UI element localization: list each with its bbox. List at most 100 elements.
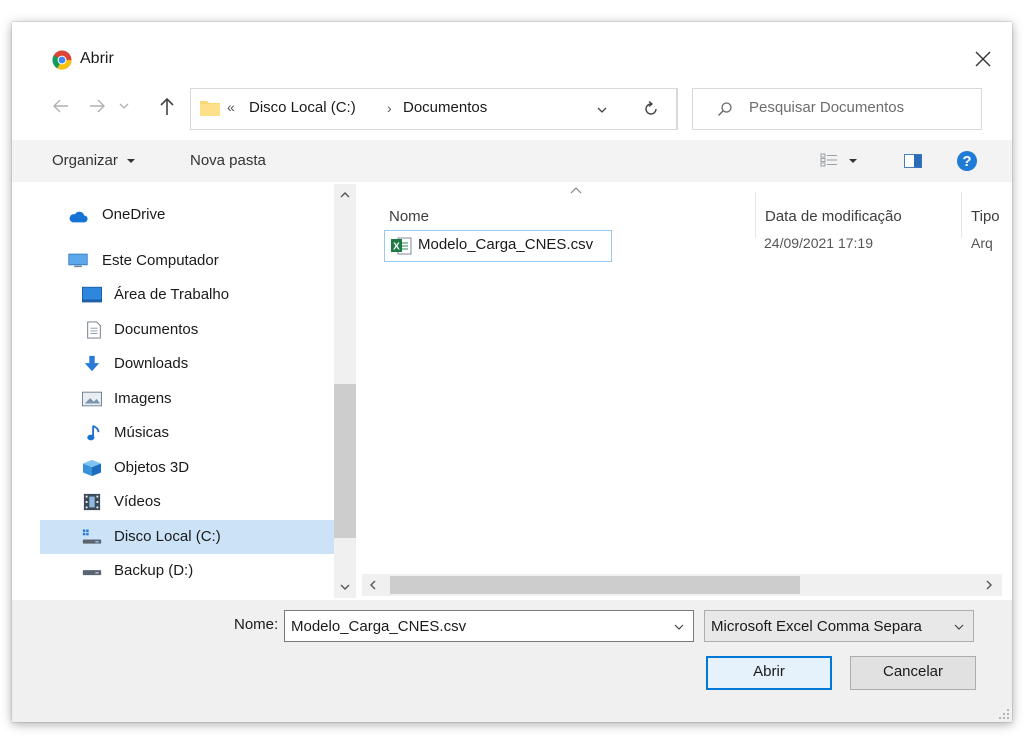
scroll-up-arrow-icon[interactable] xyxy=(339,190,351,200)
chevron-down-icon xyxy=(954,624,964,630)
column-divider[interactable] xyxy=(755,192,756,238)
window-title: Abrir xyxy=(80,50,114,67)
breadcrumb-overflow[interactable]: « xyxy=(227,99,235,115)
sidebar-item-label: Imagens xyxy=(114,390,172,407)
document-icon xyxy=(87,321,101,339)
filename-value: Modelo_Carga_CNES.csv xyxy=(291,618,467,635)
drive-icon xyxy=(82,570,102,576)
filename-input[interactable]: Modelo_Carga_CNES.csv xyxy=(284,610,694,642)
cloud-icon xyxy=(69,211,88,223)
svg-text:X: X xyxy=(393,242,400,253)
breadcrumb-item-documentos[interactable]: Documentos xyxy=(403,99,487,116)
forward-button[interactable] xyxy=(88,94,106,124)
search-icon xyxy=(718,102,732,116)
file-type-value: Microsoft Excel Comma Separa xyxy=(711,618,922,635)
sidebar-item-label: Documentos xyxy=(114,321,199,338)
help-button[interactable]: ? xyxy=(956,150,978,176)
file-type-select[interactable]: Microsoft Excel Comma Separa xyxy=(704,610,974,642)
excel-csv-icon: X xyxy=(391,237,412,255)
download-icon xyxy=(84,355,100,372)
objects-3d-icon xyxy=(83,459,101,477)
file-type: Arq xyxy=(971,235,993,251)
column-header-nome[interactable]: Nome xyxy=(389,208,429,225)
details-view-icon xyxy=(820,153,837,167)
caret-down-icon xyxy=(849,159,858,163)
preview-pane-button[interactable] xyxy=(904,153,922,173)
refresh-button[interactable] xyxy=(626,88,677,130)
navigation-pane[interactable]: OneDrive Este Computador Área de Trabalh… xyxy=(12,182,357,598)
chevron-down-icon[interactable] xyxy=(595,103,609,117)
svg-text:?: ? xyxy=(962,153,971,170)
command-toolbar: Organizar Nova pasta ? xyxy=(12,140,1012,183)
table-row[interactable]: X Modelo_Carga_CNES.csv xyxy=(384,230,612,262)
desktop-icon xyxy=(82,286,102,303)
breadcrumb-separator: › xyxy=(387,100,392,116)
scroll-left-arrow-icon[interactable] xyxy=(368,579,378,591)
pictures-icon xyxy=(82,391,102,407)
sidebar-item-onedrive[interactable]: OneDrive xyxy=(68,198,328,232)
sidebar-item-label: Downloads xyxy=(114,355,189,372)
chevron-down-icon xyxy=(119,103,129,109)
sidebar-item-label: Backup (D:) xyxy=(114,562,194,579)
chrome-icon xyxy=(52,50,72,70)
new-folder-button[interactable]: Nova pasta xyxy=(190,152,266,169)
cancel-button[interactable]: Cancelar xyxy=(850,656,976,690)
search-placeholder: Pesquisar Documentos xyxy=(749,99,905,116)
sidebar-item-label: Vídeos xyxy=(114,493,161,510)
scroll-right-arrow-icon[interactable] xyxy=(984,579,994,591)
music-icon xyxy=(87,425,100,441)
drive-windows-icon xyxy=(82,529,102,544)
up-button[interactable] xyxy=(158,94,176,124)
scroll-down-arrow-icon[interactable] xyxy=(339,582,351,592)
computer-icon xyxy=(68,253,88,268)
breadcrumb-item-disco-local[interactable]: Disco Local (C:) xyxy=(249,99,356,116)
folder-icon xyxy=(200,101,220,116)
close-icon xyxy=(975,51,991,67)
recent-locations-button[interactable] xyxy=(118,94,130,124)
sidebar-item-label: Área de Trabalho xyxy=(114,286,230,303)
view-options-button[interactable] xyxy=(820,152,858,172)
sidebar-item-label: Objetos 3D xyxy=(114,459,190,476)
sidebar-item-imagens[interactable]: Imagens xyxy=(82,382,332,416)
sidebar-item-objetos-3d[interactable]: Objetos 3D xyxy=(82,451,332,485)
arrow-left-icon xyxy=(53,99,68,113)
file-list-scroll-thumb[interactable] xyxy=(390,576,800,594)
column-header-data-de-modificacao[interactable]: Data de modificação xyxy=(765,208,902,225)
chevron-down-icon[interactable] xyxy=(673,621,685,633)
sidebar-item-label: Músicas xyxy=(114,424,170,441)
preview-pane-icon xyxy=(904,154,922,168)
arrow-right-icon xyxy=(90,99,105,113)
filename-label: Nome: xyxy=(234,616,279,633)
file-modified-date: 24/09/2021 17:19 xyxy=(764,235,873,251)
resize-grip-icon[interactable] xyxy=(998,708,1010,720)
sort-ascending-icon xyxy=(570,187,582,194)
open-button[interactable]: Abrir xyxy=(706,656,832,690)
sidebar-item-este-computador[interactable]: Este Computador xyxy=(68,244,328,278)
dialog-footer: Nome: Modelo_Carga_CNES.csv Microsoft Ex… xyxy=(12,600,1012,722)
column-header-tipo[interactable]: Tipo xyxy=(971,208,1000,225)
sidebar-item-documentos[interactable]: Documentos xyxy=(82,313,332,347)
arrow-up-icon xyxy=(160,97,174,115)
sidebar-item-backup-d[interactable]: Backup (D:) xyxy=(82,554,332,588)
sidebar-item-label: Disco Local (C:) xyxy=(114,528,221,545)
open-file-dialog: Abrir « Disco Local (C:) › Documentos Pe… xyxy=(12,22,1012,722)
refresh-icon xyxy=(645,100,657,115)
sidebar-item-label: Este Computador xyxy=(102,252,219,269)
navigation-pane-scroll-thumb[interactable] xyxy=(334,384,356,538)
sidebar-item-disco-local-c[interactable]: Disco Local (C:) xyxy=(40,520,334,554)
sidebar-item-musicas[interactable]: Músicas xyxy=(82,416,332,450)
help-icon: ? xyxy=(957,151,977,171)
sidebar-item-area-de-trabalho[interactable]: Área de Trabalho xyxy=(82,278,332,312)
organize-menu-button[interactable]: Organizar xyxy=(52,152,136,169)
file-name: Modelo_Carga_CNES.csv xyxy=(418,236,594,253)
search-box[interactable]: Pesquisar Documentos xyxy=(692,88,982,130)
sidebar-item-label: OneDrive xyxy=(102,206,166,223)
organize-label: Organizar xyxy=(52,152,118,169)
sidebar-item-downloads[interactable]: Downloads xyxy=(82,347,332,381)
back-button[interactable] xyxy=(52,94,70,124)
close-button[interactable] xyxy=(968,44,998,74)
sidebar-item-videos[interactable]: Vídeos xyxy=(82,485,332,519)
videos-icon xyxy=(83,493,101,511)
column-divider[interactable] xyxy=(961,192,962,238)
address-bar[interactable]: « Disco Local (C:) › Documentos xyxy=(190,88,678,130)
